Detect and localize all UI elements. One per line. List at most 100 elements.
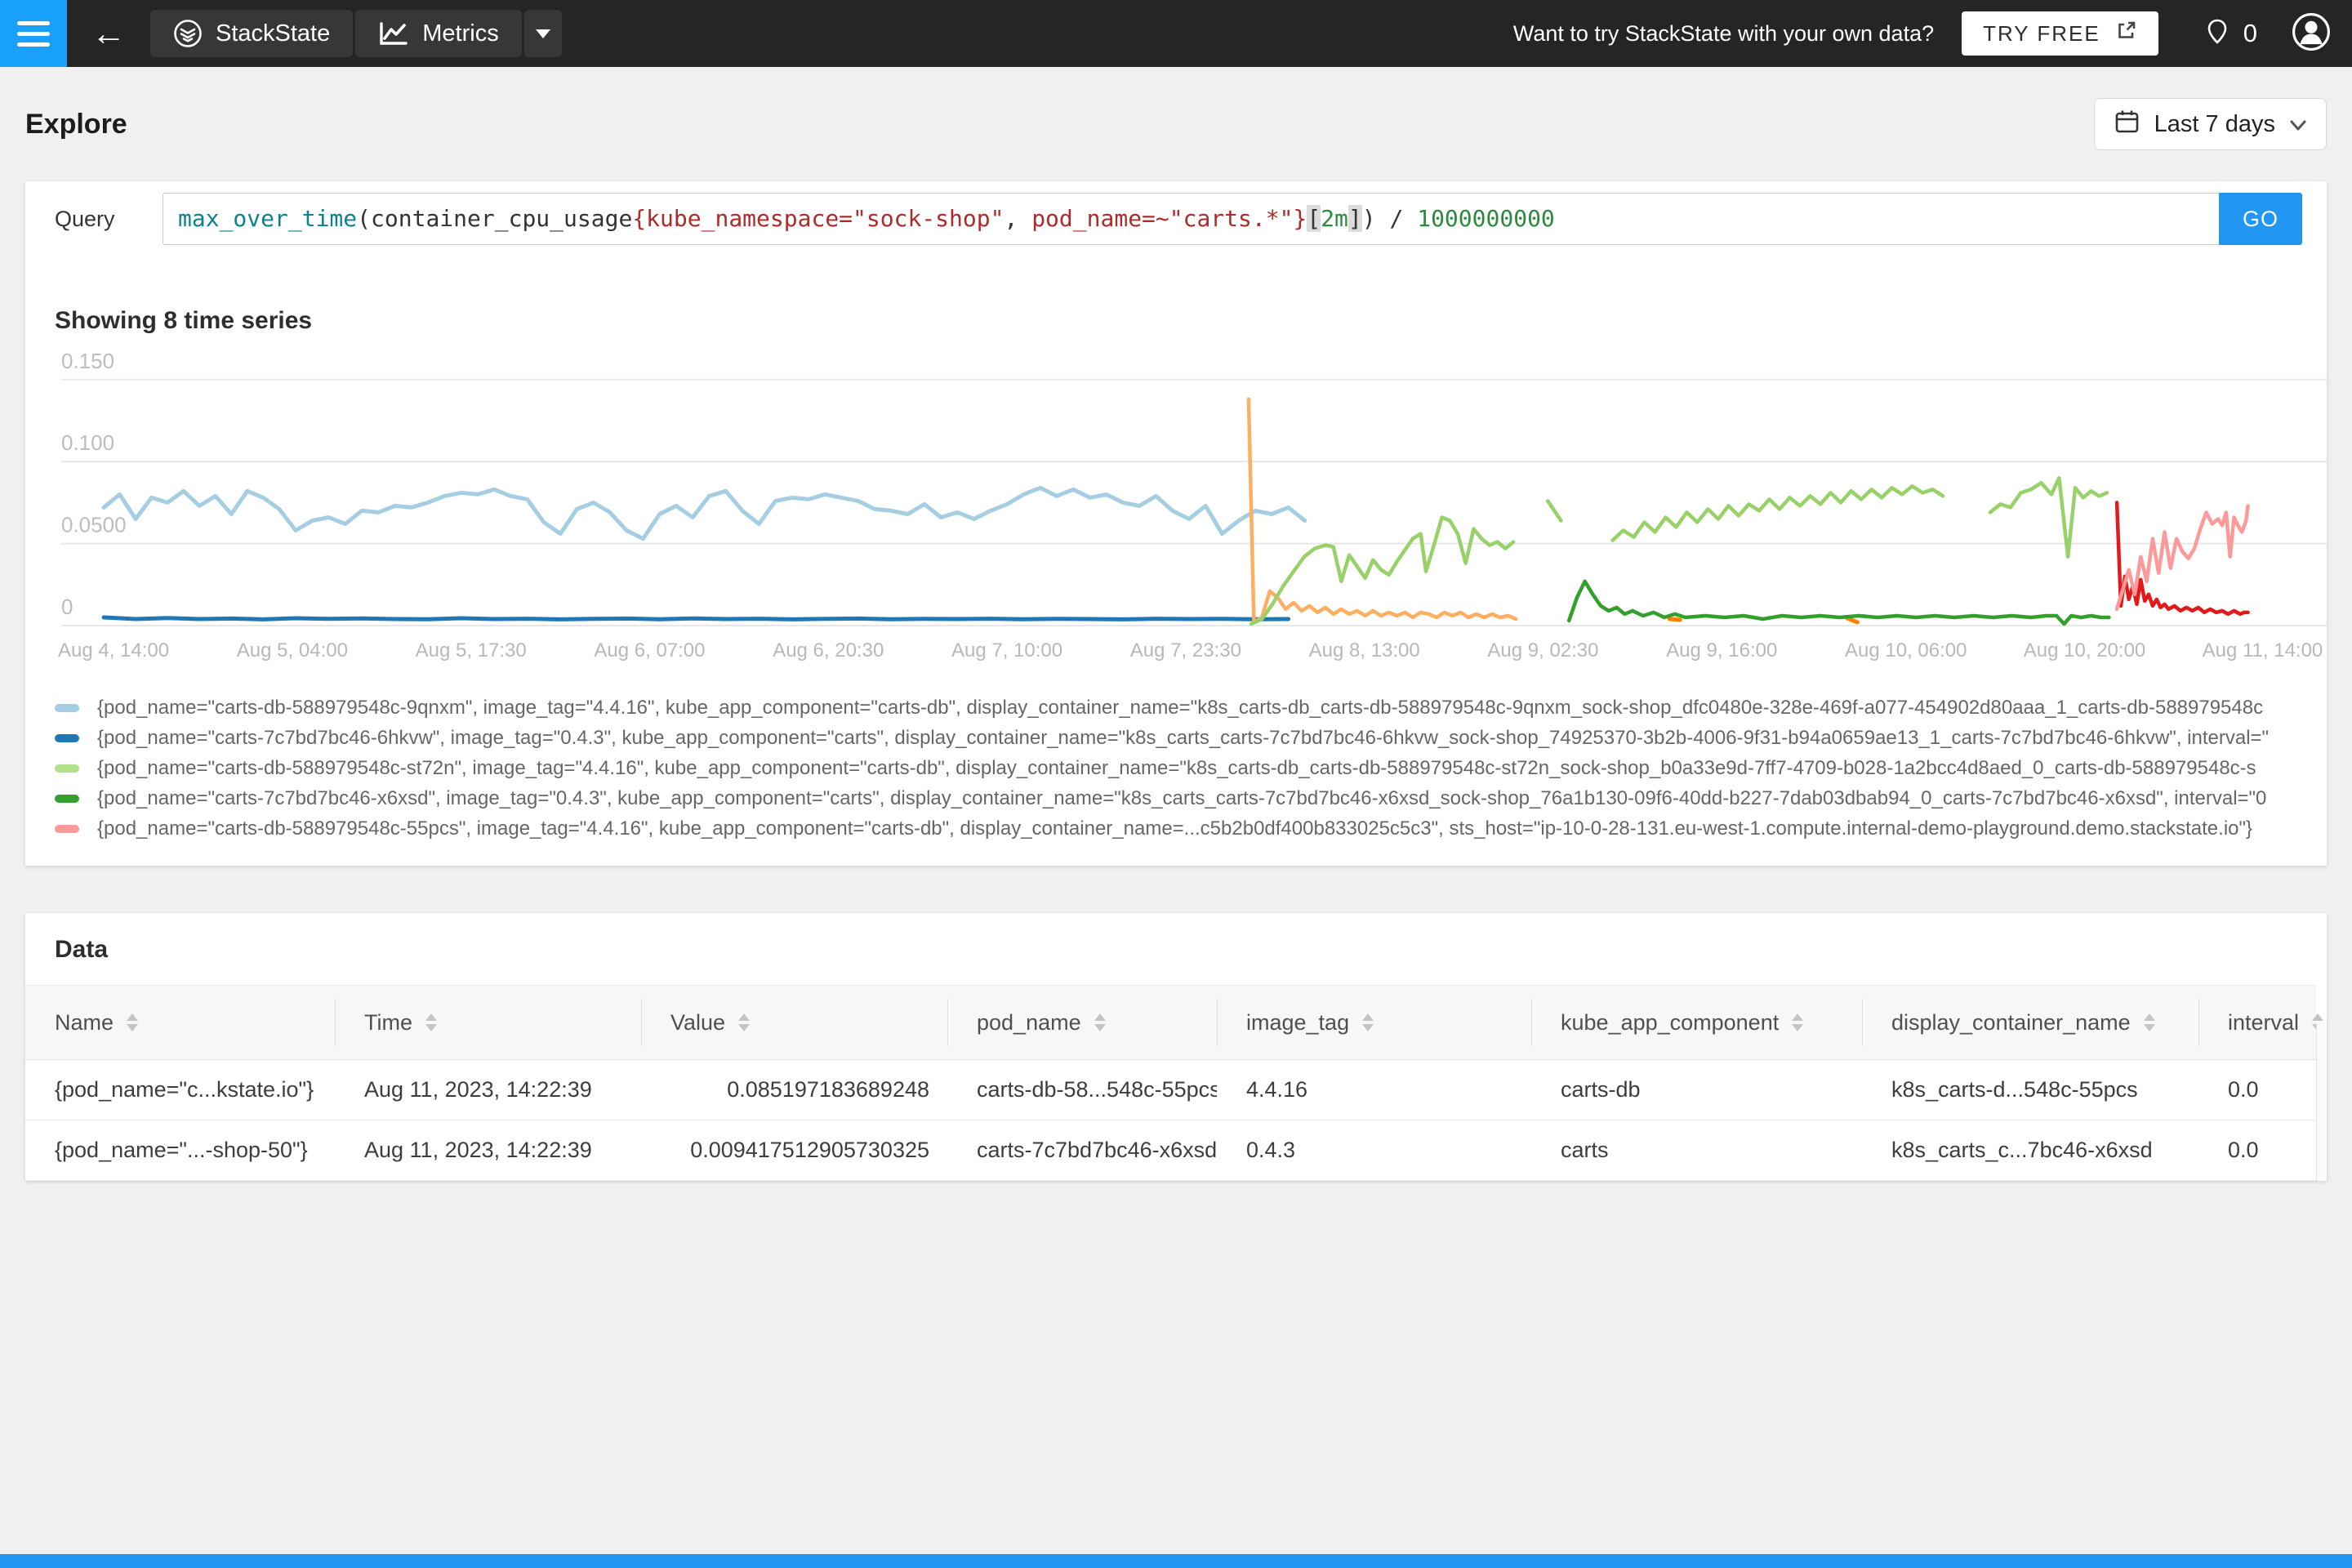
query-row: Query max_over_time(container_cpu_usage{… (25, 181, 2327, 245)
cell-interval: 0.0 (2228, 1077, 2259, 1102)
legend-swatch (55, 794, 79, 803)
cell-display-container-name: k8s_carts_c...7bc46-x6xsd (1891, 1138, 2153, 1162)
legend-label: {pod_name="carts-7c7bd7bc46-x6xsd", imag… (97, 786, 2267, 809)
top-nav: ← StackState Metrics Want to try StackSt… (0, 0, 2352, 67)
line-chart-icon (378, 20, 409, 47)
x-tick-label: Aug 10, 06:00 (1845, 639, 1967, 662)
pin-icon (2204, 18, 2230, 50)
cell-image-tag: 4.4.16 (1246, 1077, 1308, 1102)
column-header-pod-name[interactable]: pod_name (947, 986, 1217, 1059)
series-line-unlabeled-orange (1845, 616, 1860, 625)
query-token: 1000000000 (1417, 205, 1555, 232)
promo-text: Want to try StackState with your own dat… (1512, 20, 1935, 46)
series-line-carts-db-588979548c-st72n (1988, 476, 2109, 559)
column-header-image-tag[interactable]: image_tag (1217, 986, 1531, 1059)
query-chart-card: Query max_over_time(container_cpu_usage{… (25, 181, 2327, 866)
query-label: Query (55, 206, 115, 231)
back-arrow-button[interactable]: ← (91, 16, 126, 51)
pinned-views-button[interactable]: 0 (2204, 18, 2257, 50)
column-header-time[interactable]: Time (335, 986, 641, 1059)
cell-value: 0.085197183689248 (727, 1077, 929, 1102)
legend-item: {pod_name="carts-7c7bd7bc46-6hkvw", imag… (55, 723, 2327, 753)
series-line-carts-db-588979548c-st72n (1249, 515, 1516, 626)
data-table: Name Time Value pod_name image_tag kube_… (25, 985, 2324, 1181)
cell-interval: 0.0 (2228, 1138, 2259, 1162)
query-token: "carts.*" (1169, 205, 1294, 232)
column-header-display-container-name[interactable]: display_container_name (1862, 986, 2198, 1059)
x-tick-label: Aug 4, 14:00 (58, 639, 169, 662)
nav-tabs: StackState Metrics (150, 10, 562, 57)
sort-icon (425, 1013, 437, 1031)
try-free-label: TRY FREE (1983, 20, 2100, 46)
cell-time: Aug 11, 2023, 14:22:39 (364, 1138, 592, 1162)
try-free-button[interactable]: TRY FREE (1962, 11, 2158, 56)
sort-icon (2143, 1013, 2155, 1031)
x-tick-label: Aug 7, 23:30 (1130, 639, 1241, 662)
cell-kube-app-component: carts-db (1561, 1077, 1641, 1102)
tab-overflow-caret[interactable] (523, 10, 562, 57)
cell-time: Aug 11, 2023, 14:22:39 (364, 1077, 592, 1102)
y-tick-label: 0.100 (61, 430, 114, 455)
time-range-selector[interactable]: Last 7 days (2093, 98, 2327, 150)
query-token: "sock-shop" (853, 205, 1004, 232)
x-tick-label: Aug 5, 04:00 (237, 639, 348, 662)
legend-item: {pod_name="carts-7c7bd7bc46-x6xsd", imag… (55, 783, 2327, 813)
column-header-interval[interactable]: interval (2198, 986, 2324, 1059)
sort-icon (1094, 1013, 1106, 1031)
series-line-carts-db-588979548c-55pcs (2114, 504, 2250, 612)
column-header-value[interactable]: Value (641, 986, 947, 1059)
x-tick-label: Aug 10, 20:00 (2024, 639, 2145, 662)
explore-header: Explore Last 7 days (0, 67, 2352, 181)
column-header-name[interactable]: Name (25, 986, 335, 1059)
query-input[interactable]: max_over_time(container_cpu_usage{kube_n… (163, 193, 2219, 245)
x-tick-label: Aug 7, 10:00 (951, 639, 1062, 662)
x-tick-label: Aug 5, 17:30 (416, 639, 527, 662)
sort-icon (127, 1013, 139, 1031)
stackstate-logo-icon (173, 19, 203, 48)
user-avatar-button[interactable] (2292, 12, 2331, 56)
query-token: ] (1348, 205, 1362, 232)
x-tick-label: Aug 6, 07:00 (594, 639, 705, 662)
legend-label: {pod_name="carts-db-588979548c-st72n", i… (97, 756, 2256, 779)
legend-swatch (55, 764, 79, 773)
stackstate-metrics-explore-page: { "colors": { "accent_blue": "#18a0fb", … (0, 0, 2352, 1568)
table-row: {pod_name="...-shop-50"} Aug 11, 2023, 1… (25, 1120, 2316, 1181)
legend-label: {pod_name="carts-db-588979548c-55pcs", i… (97, 817, 2253, 840)
legend-label: {pod_name="carts-7c7bd7bc46-6hkvw", imag… (97, 726, 2270, 749)
tab-stackstate-label: StackState (216, 20, 331, 47)
query-token: 2m (1321, 205, 1348, 232)
column-header-kube-app-component[interactable]: kube_app_component (1531, 986, 1862, 1059)
series-line-carts-db-588979548c-st72n (1610, 484, 1945, 542)
query-token: [ (1307, 205, 1321, 232)
legend-swatch (55, 703, 79, 712)
calendar-icon (2114, 109, 2140, 140)
cell-kube-app-component: carts (1561, 1138, 1609, 1162)
x-tick-label: Aug 8, 13:00 (1309, 639, 1420, 662)
query-token: {kube_namespace= (632, 205, 853, 232)
pin-count-badge: 0 (2243, 19, 2257, 47)
x-tick-label: Aug 9, 02:30 (1487, 639, 1598, 662)
tab-metrics[interactable]: Metrics (355, 10, 522, 57)
query-token: max_over_time (178, 205, 358, 232)
chart-legend: {pod_name="carts-db-588979548c-9qnxm", i… (55, 693, 2327, 866)
sort-icon (1362, 1013, 1374, 1031)
cell-image-tag: 0.4.3 (1246, 1138, 1296, 1162)
legend-item: {pod_name="carts-db-588979548c-9qnxm", i… (55, 693, 2327, 723)
page-title: Explore (25, 108, 127, 140)
y-tick-label: 0 (61, 595, 73, 619)
table-scrollbar[interactable] (2316, 1022, 2327, 1181)
series-line-unlabeled-orange (1667, 617, 1682, 622)
table-header-row: Name Time Value pod_name image_tag kube_… (25, 985, 2324, 1060)
query-token: ) (1361, 205, 1376, 232)
query-token: pod_name=~ (1031, 205, 1169, 232)
chart-heading: Showing 8 time series (55, 307, 313, 334)
legend-item: {pod_name="carts-db-588979548c-st72n", i… (55, 753, 2327, 783)
query-token: container_cpu_usage (371, 205, 633, 232)
external-link-icon (2115, 20, 2137, 47)
query-token: , (1004, 205, 1032, 232)
y-tick-label: 0.150 (61, 350, 114, 373)
tab-stackstate[interactable]: StackState (150, 10, 354, 57)
go-button[interactable]: GO (2219, 193, 2302, 245)
data-card: Data Name Time Value pod_name image_tag … (25, 913, 2327, 1181)
hamburger-menu-button[interactable] (0, 0, 67, 67)
